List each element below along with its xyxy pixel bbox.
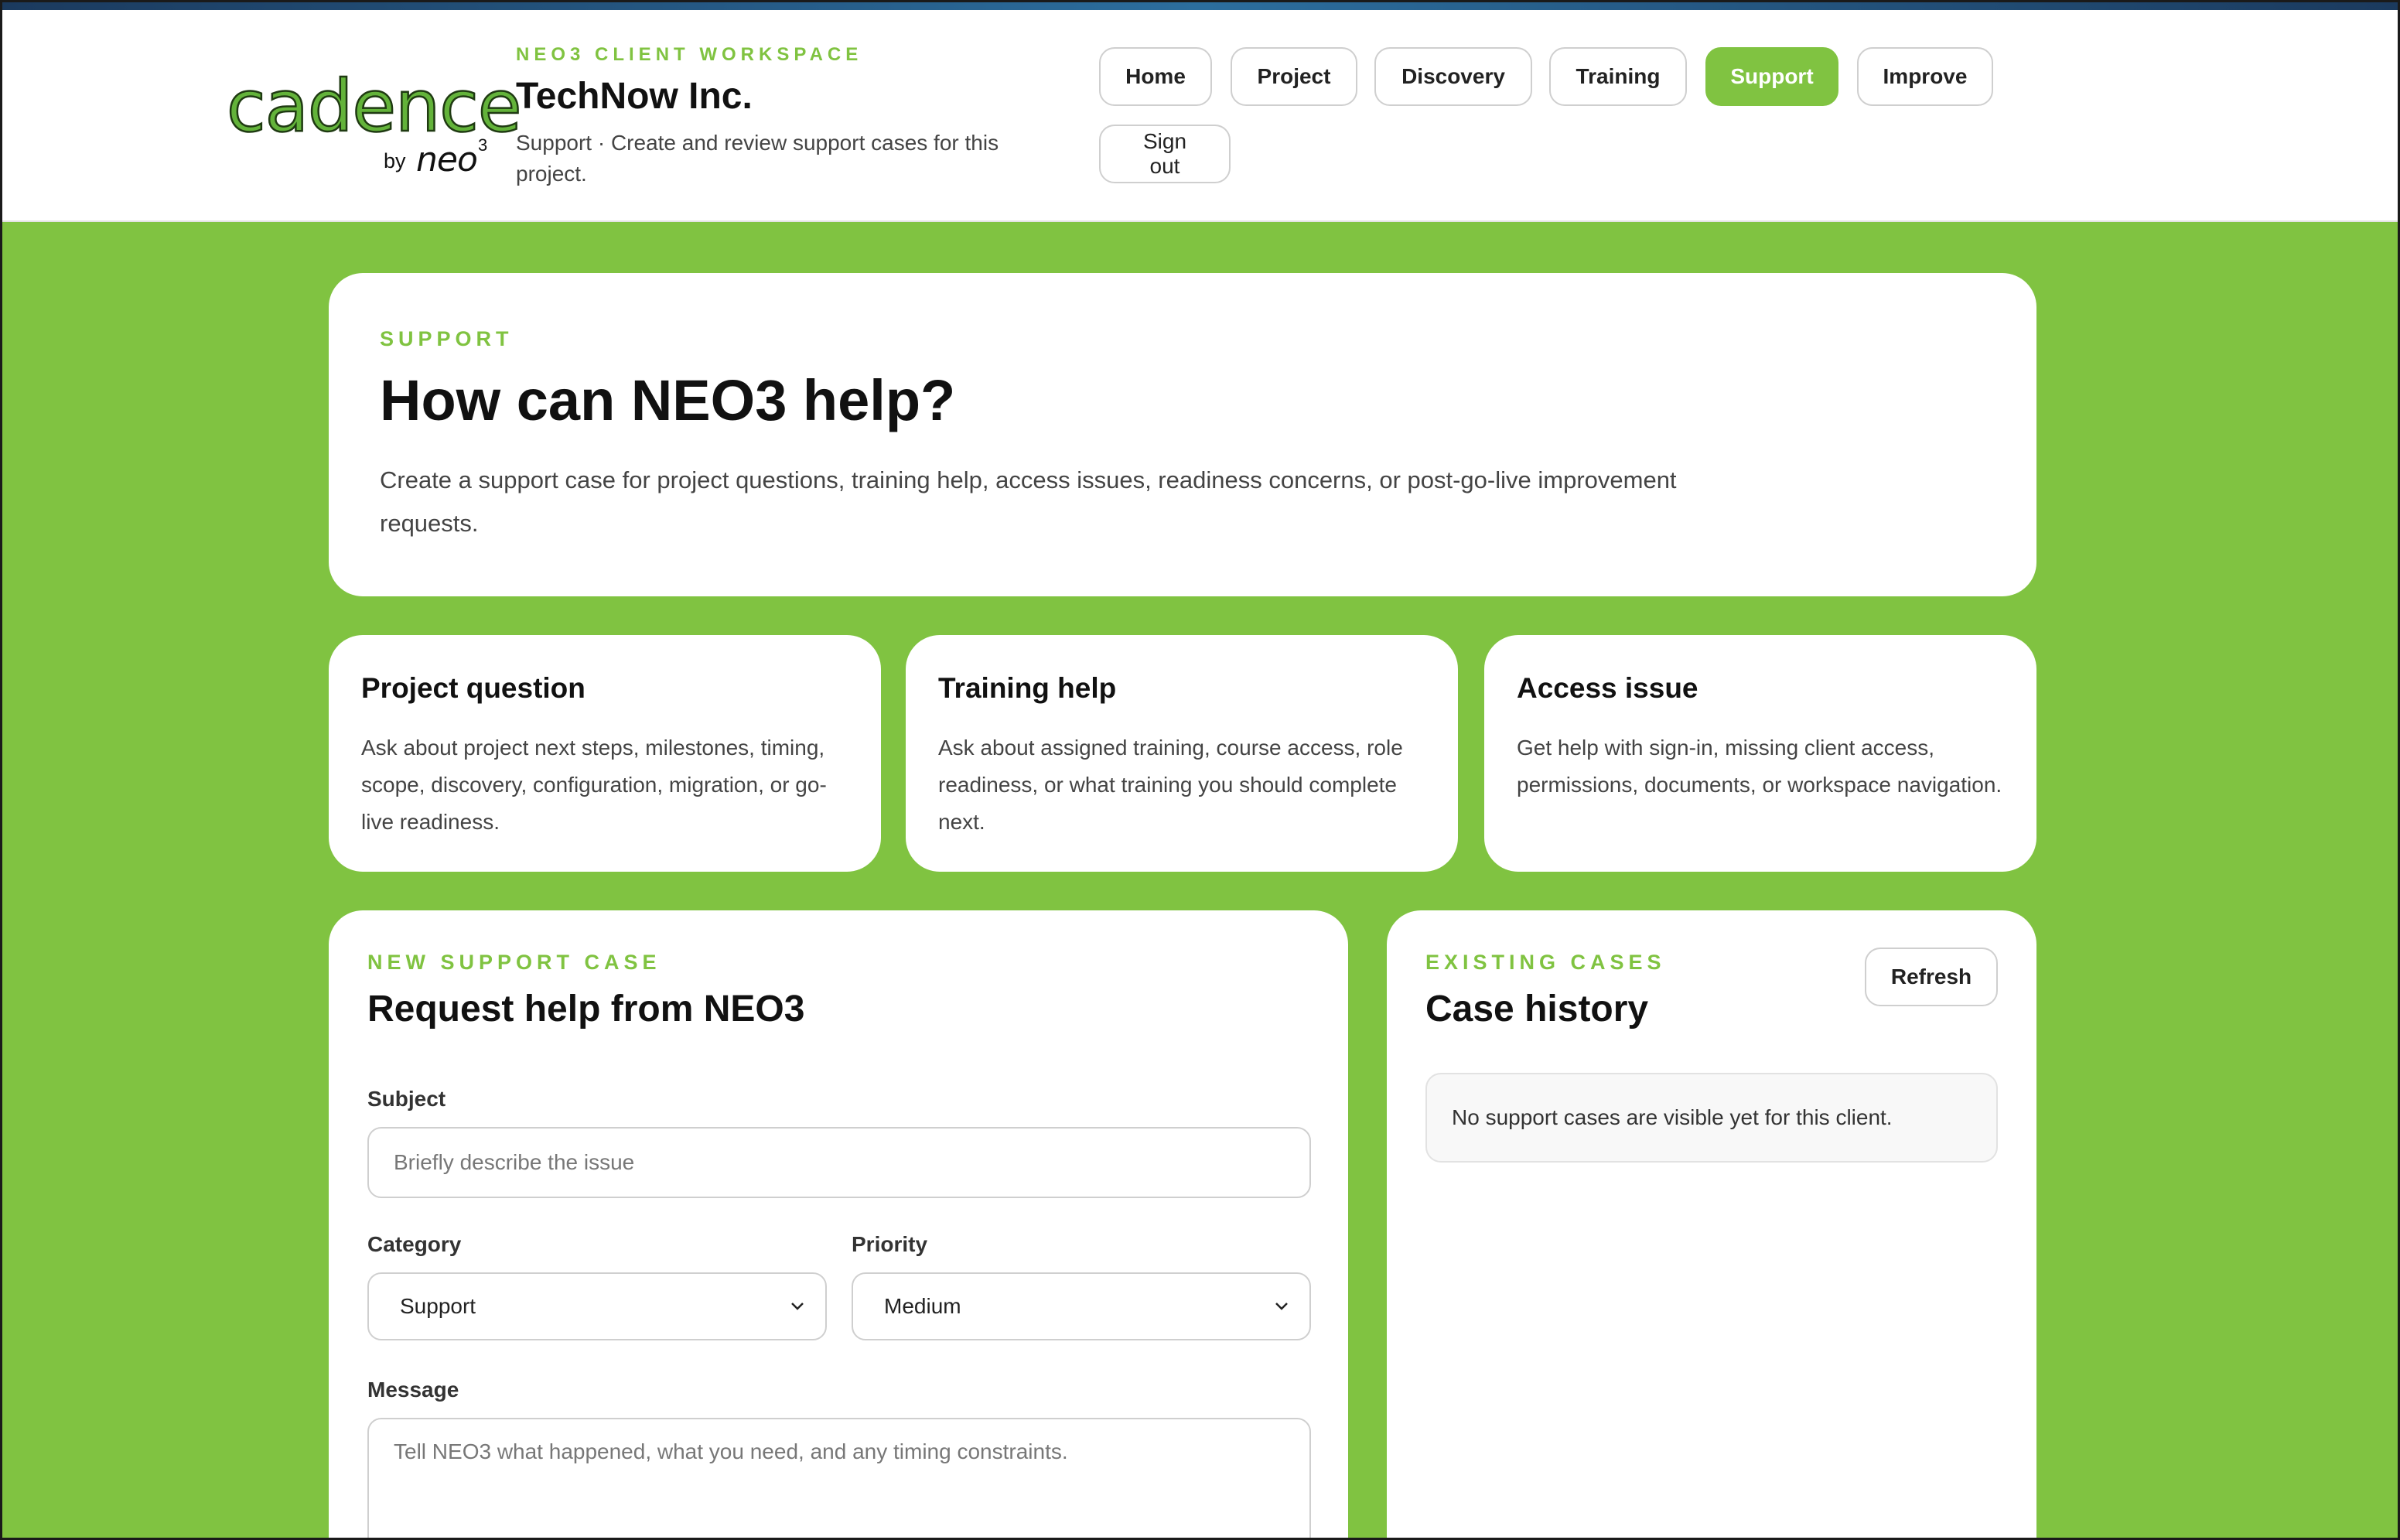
- logo-by: by: [384, 149, 406, 172]
- history-eyebrow: EXISTING CASES: [1425, 951, 1666, 974]
- option-title: Training help: [938, 672, 1117, 704]
- nav-home[interactable]: Home: [1099, 47, 1212, 106]
- category-label: Category: [367, 1232, 462, 1256]
- option-title: Access issue: [1517, 672, 1698, 704]
- subject-input[interactable]: Briefly describe the issue: [367, 1127, 1311, 1198]
- hero-description: Create a support case for project questi…: [380, 466, 1677, 537]
- nav-project[interactable]: Project: [1231, 47, 1357, 106]
- app-window: cadence by neo 3 NEO3 CLIENT WORKSPACE T…: [0, 0, 2400, 1540]
- message-label: Message: [367, 1378, 459, 1402]
- workspace-eyebrow: NEO3 CLIENT WORKSPACE: [516, 44, 863, 65]
- option-card-project-question[interactable]: Project question Ask about project next …: [329, 635, 881, 872]
- hero-eyebrow: SUPPORT: [380, 327, 514, 350]
- client-name: TechNow Inc.: [516, 76, 753, 117]
- option-text: Ask about project next steps, milestones…: [361, 736, 827, 834]
- priority-select[interactable]: Medium: [852, 1272, 1311, 1340]
- chevron-down-icon: [1275, 1303, 1288, 1310]
- support-hero-card: SUPPORT How can NEO3 help? Create a supp…: [329, 273, 2036, 596]
- page-subtitle: Support · Create and review support case…: [516, 131, 999, 186]
- refresh-button[interactable]: Refresh: [1865, 948, 1998, 1006]
- sign-out-button[interactable]: Sign out: [1099, 125, 1231, 183]
- logo-neo: neo: [416, 140, 478, 179]
- option-text: Ask about assigned training, course acce…: [938, 736, 1403, 834]
- cadence-logo[interactable]: cadence by neo 3: [226, 64, 523, 180]
- page-title: How can NEO3 help?: [380, 368, 956, 432]
- top-accent-strip: [2, 2, 2398, 10]
- nav-discovery[interactable]: Discovery: [1374, 47, 1532, 106]
- logo-wordmark: cadence: [226, 64, 523, 149]
- option-card-training-help[interactable]: Training help Ask about assigned trainin…: [906, 635, 1458, 872]
- priority-value: Medium: [884, 1294, 961, 1318]
- logo-neo-superscript: 3: [478, 135, 488, 155]
- option-card-access-issue[interactable]: Access issue Get help with sign-in, miss…: [1484, 635, 2036, 872]
- option-title: Project question: [361, 672, 585, 704]
- nav-training[interactable]: Training: [1549, 47, 1687, 106]
- workspace-header: cadence by neo 3 NEO3 CLIENT WORKSPACE T…: [2, 10, 2398, 222]
- subject-label: Subject: [367, 1087, 446, 1111]
- new-support-case-form: NEW SUPPORT CASE Request help from NEO3 …: [329, 910, 1348, 1538]
- message-textarea[interactable]: Tell NEO3 what happened, what you need, …: [367, 1418, 1311, 1538]
- new-case-title: Request help from NEO3: [367, 989, 805, 1030]
- history-title: Case history: [1425, 989, 1649, 1030]
- chevron-down-icon: [791, 1303, 804, 1310]
- new-case-eyebrow: NEW SUPPORT CASE: [367, 951, 661, 974]
- priority-label: Priority: [852, 1232, 928, 1256]
- option-text: Get help with sign-in, missing client ac…: [1517, 736, 2002, 797]
- category-select[interactable]: Support: [367, 1272, 827, 1340]
- nav-support[interactable]: Support: [1705, 47, 1838, 106]
- category-value: Support: [400, 1294, 476, 1318]
- nav-improve[interactable]: Improve: [1857, 47, 1993, 106]
- empty-cases-message: No support cases are visible yet for thi…: [1425, 1073, 1998, 1163]
- case-history-panel: EXISTING CASES Case history Refresh No s…: [1387, 910, 2036, 1538]
